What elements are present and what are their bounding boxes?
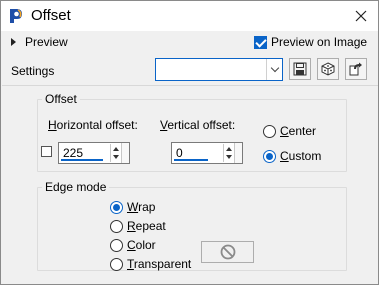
dice-icon: [321, 62, 335, 76]
repeat-radio[interactable]: Repeat: [110, 219, 166, 233]
transparent-radio[interactable]: Transparent: [110, 257, 191, 271]
vertical-offset-spinner[interactable]: 0: [171, 142, 243, 164]
radio-unselected-icon: [110, 219, 123, 233]
close-button[interactable]: [344, 1, 378, 31]
mini-slider[interactable]: [234, 143, 242, 163]
center-label: Center: [280, 124, 317, 138]
preview-label: Preview: [25, 35, 68, 49]
reset-button[interactable]: [345, 58, 367, 80]
radio-unselected-icon: [263, 124, 276, 138]
expand-triangle-icon: [11, 38, 16, 46]
center-radio[interactable]: Center: [263, 124, 316, 138]
preview-on-image-label: Preview on Image: [271, 35, 368, 49]
edge-mode-group: Edge mode Wrap Repeat Color Transparent: [37, 180, 347, 271]
spin-down-icon[interactable]: [113, 155, 119, 159]
dropdown-arrow[interactable]: [266, 59, 282, 80]
value-underline: [174, 159, 208, 161]
settings-dropdown[interactable]: [155, 58, 283, 81]
color-label: Color: [127, 238, 156, 252]
randomize-button[interactable]: [317, 58, 339, 80]
save-icon: [293, 62, 307, 76]
color-swatch-button[interactable]: [201, 241, 254, 263]
checkbox-checked-icon: [254, 35, 267, 49]
radio-unselected-icon: [110, 257, 123, 271]
window-title: Offset: [31, 7, 71, 24]
edge-mode-legend: Edge mode: [45, 180, 107, 194]
custom-radio[interactable]: Custom: [263, 149, 321, 163]
main-panel: Offset Horizontal offset: Vertical offse…: [2, 85, 378, 284]
mini-slider[interactable]: [121, 143, 129, 163]
settings-label: Settings: [11, 64, 55, 78]
radio-selected-icon: [263, 149, 276, 163]
horizontal-offset-value[interactable]: 225: [63, 146, 83, 160]
wrap-label: Wrap: [127, 200, 156, 214]
custom-label: Custom: [280, 149, 322, 163]
vertical-offset-value[interactable]: 0: [176, 146, 183, 160]
offset-dialog: Offset Preview Preview on Image Settings: [0, 0, 379, 285]
spin-up-icon[interactable]: [226, 147, 232, 151]
radio-selected-icon: [110, 200, 123, 214]
offset-group: Offset Horizontal offset: Vertical offse…: [37, 92, 347, 172]
value-underline: [61, 159, 103, 161]
wrap-radio[interactable]: Wrap: [110, 200, 155, 214]
reset-icon: [349, 62, 362, 76]
close-icon: [355, 10, 367, 22]
offset-legend: Offset: [45, 92, 77, 106]
spin-down-icon[interactable]: [226, 155, 232, 159]
link-checkbox[interactable]: [41, 146, 52, 157]
horizontal-offset-label: Horizontal offset:: [48, 118, 138, 132]
spin-up-icon[interactable]: [113, 147, 119, 151]
repeat-label: Repeat: [127, 219, 166, 233]
disabled-circle-icon: [220, 244, 235, 260]
spin-arrows[interactable]: [110, 144, 120, 162]
preview-on-image-checkbox[interactable]: Preview on Image: [254, 35, 367, 49]
transparent-label: Transparent: [127, 257, 192, 271]
color-radio[interactable]: Color: [110, 238, 156, 252]
spin-arrows[interactable]: [223, 144, 233, 162]
save-preset-button[interactable]: [289, 58, 311, 80]
title-bar: Offset: [1, 1, 378, 31]
vertical-offset-label: Vertical offset:: [160, 118, 236, 132]
horizontal-offset-spinner[interactable]: 225: [58, 142, 130, 164]
chevron-down-icon: [270, 63, 279, 73]
radio-unselected-icon: [110, 238, 123, 252]
app-logo-icon: [7, 7, 25, 25]
preview-expander[interactable]: Preview: [11, 35, 68, 49]
